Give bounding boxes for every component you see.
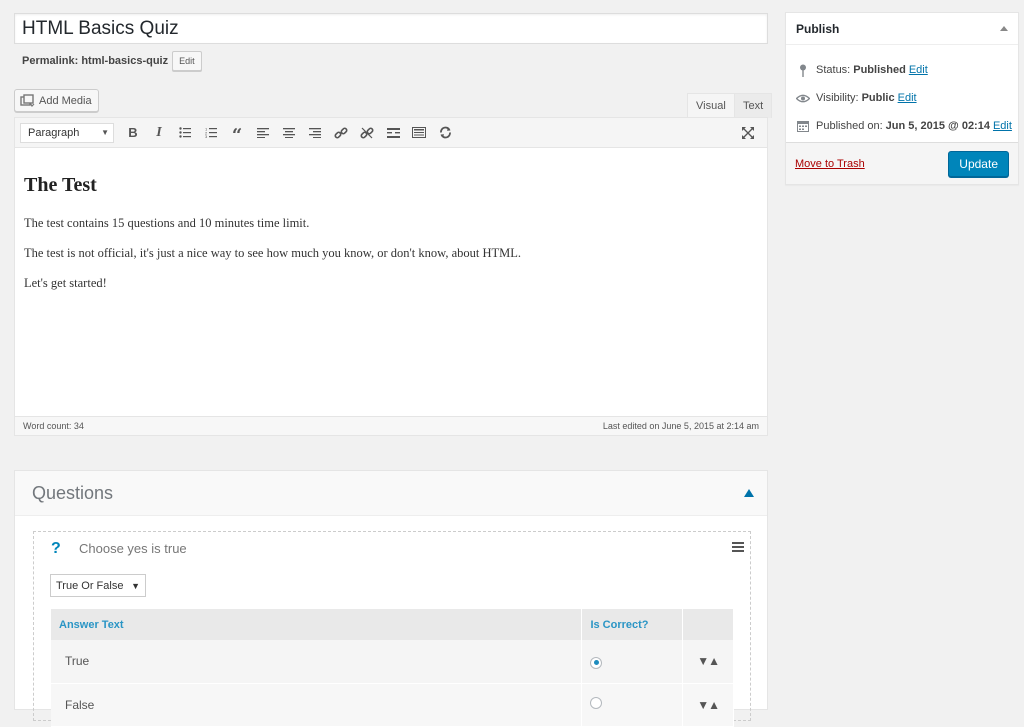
blockquote-icon[interactable]: “: [224, 122, 250, 146]
editor-toolbar: Paragraph ▼ B I 123 “: [15, 118, 767, 148]
status-row: Status: Published Edit: [796, 63, 928, 77]
chevron-down-icon: ▼: [101, 128, 109, 137]
toolbar-toggle-icon[interactable]: [406, 122, 432, 144]
publish-header[interactable]: Publish: [786, 13, 1018, 45]
align-left-icon[interactable]: [250, 122, 276, 144]
status-value: Published: [853, 64, 906, 76]
add-media-label: Add Media: [39, 94, 92, 107]
content-editor[interactable]: Paragraph ▼ B I 123 “ The Test The test …: [14, 117, 768, 436]
answer-text-header: Answer Text: [51, 609, 583, 640]
bold-icon[interactable]: B: [120, 122, 146, 144]
question-title: Choose yes is true: [79, 541, 187, 556]
chevron-down-icon: ▼: [131, 580, 140, 591]
move-to-trash-link[interactable]: Move to Trash: [795, 158, 865, 170]
refresh-icon[interactable]: [432, 122, 458, 144]
bulleted-list-icon[interactable]: [172, 122, 198, 144]
visibility-label: Visibility:: [816, 92, 859, 104]
unlink-icon[interactable]: [354, 122, 380, 144]
numbered-list-icon[interactable]: 123: [198, 122, 224, 144]
last-edited: Last edited on June 5, 2015 at 2:14 am: [602, 421, 759, 431]
content-paragraph: The test contains 15 questions and 10 mi…: [24, 216, 310, 230]
is-correct-header: Is Correct?: [581, 609, 684, 640]
published-value: Jun 5, 2015 @ 02:14: [885, 120, 990, 132]
content-paragraph: The test is not official, it's just a ni…: [24, 246, 522, 260]
correct-radio[interactable]: [590, 656, 603, 669]
visibility-edit-link[interactable]: Edit: [898, 92, 917, 104]
align-center-icon[interactable]: [276, 122, 302, 144]
status-label: Status:: [816, 64, 851, 76]
publish-box: Publish Status: Published Edit Visibilit…: [785, 12, 1019, 185]
question-item-header[interactable]: ? Choose yes is true: [34, 532, 750, 565]
svg-text:3: 3: [205, 134, 208, 138]
read-more-icon[interactable]: [380, 122, 406, 144]
is-correct-cell: [581, 683, 684, 727]
format-select[interactable]: Paragraph ▼: [20, 122, 114, 143]
content-paragraph: Let's get started!: [24, 276, 107, 290]
add-media-button[interactable]: Add Media: [14, 89, 99, 112]
visibility-value: Public: [861, 92, 895, 104]
question-icon: ?: [51, 539, 61, 557]
content-heading: The Test: [24, 174, 97, 196]
collapse-arrow-icon[interactable]: [1000, 26, 1008, 31]
table-row: False ▼▲: [51, 683, 734, 727]
question-item: ? Choose yes is true True Or False ▼ Ans…: [33, 531, 751, 727]
publish-actions: Move to Trash Update: [786, 142, 1018, 184]
questions-box: Questions ? Choose yes is true True Or F…: [14, 470, 768, 727]
table-row: True ▼▲: [51, 640, 734, 684]
post-title-field[interactable]: [14, 13, 768, 44]
fullscreen-icon[interactable]: [735, 122, 761, 144]
align-right-icon[interactable]: [302, 122, 328, 144]
editor-status-bar: Word count: 34 Last edited on June 5, 20…: [15, 416, 767, 435]
permalink-edit-button[interactable]: Edit: [172, 51, 202, 71]
published-edit-link[interactable]: Edit: [993, 120, 1012, 132]
question-type-select[interactable]: True Or False ▼: [50, 574, 146, 597]
tab-text[interactable]: Text: [734, 93, 773, 118]
collapse-arrow-icon[interactable]: [744, 489, 754, 497]
update-button[interactable]: Update: [948, 150, 1009, 177]
media-icon: [20, 94, 35, 107]
italic-icon[interactable]: I: [146, 122, 172, 144]
publish-title: Publish: [796, 21, 840, 36]
questions-title: Questions: [32, 482, 114, 503]
is-correct-cell: [581, 640, 684, 684]
questions-header[interactable]: Questions: [15, 471, 767, 516]
format-select-value: Paragraph: [28, 126, 80, 139]
link-icon[interactable]: [328, 122, 354, 144]
answer-text-cell[interactable]: True: [51, 640, 583, 684]
answers-table: Answer Text Is Correct? True ▼▲ False ▼▲: [51, 609, 734, 727]
permalink-label: Permalink: html-basics-quiz: [22, 55, 169, 67]
status-edit-link[interactable]: Edit: [909, 64, 928, 76]
calendar-icon: [796, 119, 810, 133]
pin-icon: [796, 63, 810, 77]
published-label: Published on:: [816, 120, 883, 132]
editor-content[interactable]: The Test The test contains 15 questions …: [15, 148, 767, 320]
eye-icon: [796, 91, 810, 105]
word-count: Word count: 34: [23, 421, 84, 431]
correct-radio[interactable]: [590, 697, 603, 709]
permalink-row: Permalink: html-basics-quiz Edit: [22, 51, 202, 71]
order-header: [682, 609, 734, 640]
post-title-input[interactable]: [15, 14, 767, 43]
published-on-row: Published on: Jun 5, 2015 @ 02:14 Edit: [796, 119, 1012, 133]
reorder-arrows-icon[interactable]: ▼▲: [682, 683, 734, 727]
question-type-value: True Or False: [56, 579, 124, 592]
hamburger-menu-icon[interactable]: [732, 542, 744, 554]
reorder-arrows-icon[interactable]: ▼▲: [682, 640, 734, 684]
visibility-row: Visibility: Public Edit: [796, 91, 917, 105]
tab-visual[interactable]: Visual: [687, 93, 735, 118]
answer-text-cell[interactable]: False: [51, 683, 583, 727]
permalink-slug: html-basics-quiz: [81, 55, 169, 67]
